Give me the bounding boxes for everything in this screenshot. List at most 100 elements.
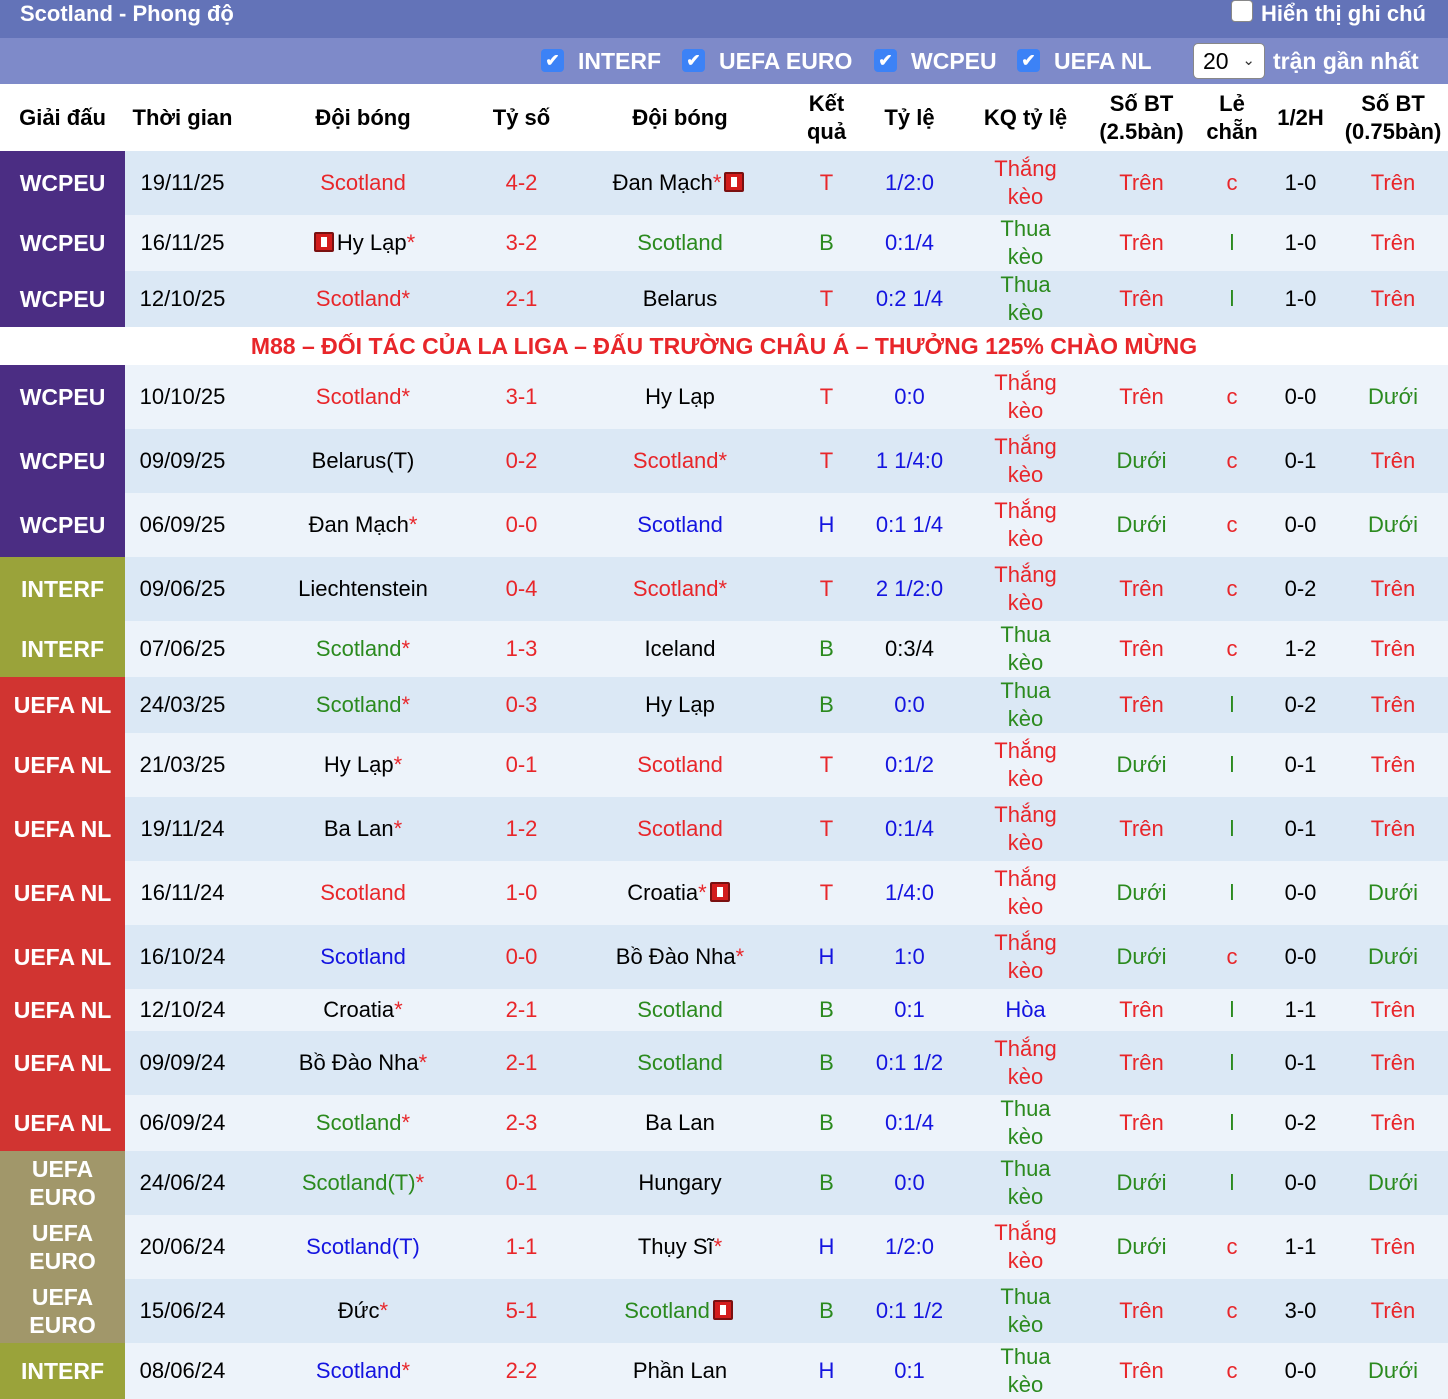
away-team[interactable]: Scotland [557,797,803,861]
check-icon[interactable]: ✔ [541,49,564,72]
odds-result: Thắng kèo [969,733,1082,797]
away-team[interactable]: Belarus [557,271,803,327]
competition-badge: UEFA NL [0,797,125,861]
home-team[interactable]: Scotland* [240,365,486,429]
match-date: 12/10/24 [125,989,240,1031]
goals-25: Dưới [1082,493,1201,557]
away-team[interactable]: Iceland [557,621,803,677]
team-name: Hy Lạp [645,384,715,409]
odds-result: Thắng kèo [969,925,1082,989]
away-team[interactable]: Scotland* [557,557,803,621]
away-team[interactable]: Đan Mạch* [557,151,803,215]
check-icon[interactable]: ✔ [682,49,705,72]
home-team[interactable]: Đan Mạch* [240,493,486,557]
home-team[interactable]: Scotland [240,925,486,989]
match-result: B [803,989,850,1031]
odd-even: l [1201,215,1263,271]
competition-badge: UEFA NL [0,677,125,733]
match-score[interactable]: 2-1 [486,989,557,1031]
away-team[interactable]: Scotland [557,1279,803,1343]
promo-row[interactable]: M88 – ĐỐI TÁC CỦA LA LIGA – ĐẤU TRƯỜNG C… [0,327,1448,365]
match-result: T [803,861,850,925]
odd-even: c [1201,151,1263,215]
match-score[interactable]: 1-0 [486,861,557,925]
match-score[interactable]: 0-4 [486,557,557,621]
col-odd-even: Lẻ chẵn [1201,84,1263,151]
show-notes-checkbox[interactable] [1231,0,1253,22]
filter-uefa-euro[interactable]: ✔ UEFA EURO [682,38,852,84]
home-team[interactable]: Scotland* [240,271,486,327]
home-team[interactable]: Scotland(T)* [240,1151,486,1215]
competition-badge: UEFA NL [0,1031,125,1095]
check-icon[interactable]: ✔ [1017,49,1040,72]
match-score[interactable]: 1-3 [486,621,557,677]
half-time-score: 0-2 [1263,677,1338,733]
check-icon[interactable]: ✔ [874,49,897,72]
away-team[interactable]: Bồ Đào Nha* [557,925,803,989]
away-team[interactable]: Hungary [557,1151,803,1215]
match-score[interactable]: 2-1 [486,1031,557,1095]
promo-banner[interactable]: M88 – ĐỐI TÁC CỦA LA LIGA – ĐẤU TRƯỜNG C… [0,327,1448,365]
match-score[interactable]: 2-1 [486,271,557,327]
match-score[interactable]: 0-3 [486,677,557,733]
table-row: WCPEU 12/10/25 Scotland* 2-1 Belarus T 0:2 1/4… [0,271,1448,327]
home-team[interactable]: Đức* [240,1279,486,1343]
away-team[interactable]: Scotland [557,1031,803,1095]
home-team[interactable]: Scotland(T) [240,1215,486,1279]
home-team[interactable]: Bồ Đào Nha* [240,1031,486,1095]
odds: 0:1 [850,1343,969,1399]
home-team[interactable]: Ba Lan* [240,797,486,861]
away-team[interactable]: Croatia* [557,861,803,925]
match-score[interactable]: 2-2 [486,1343,557,1399]
match-score[interactable]: 0-1 [486,733,557,797]
away-team[interactable]: Phần Lan [557,1343,803,1399]
home-team[interactable]: Hy Lạp* [240,215,486,271]
show-notes-toggle[interactable]: Hiển thị ghi chú [1231,0,1426,28]
match-score[interactable]: 0-1 [486,1151,557,1215]
goals-075: Trên [1338,215,1448,271]
odds: 0:0 [850,677,969,733]
home-team[interactable]: Scotland* [240,1343,486,1399]
col-goals-25: Số BT (2.5bàn) [1082,84,1201,151]
away-team[interactable]: Hy Lạp [557,677,803,733]
home-team[interactable]: Scotland* [240,677,486,733]
filter-label: UEFA EURO [719,48,853,74]
odds: 1 1/4:0 [850,429,969,493]
away-team[interactable]: Scotland [557,493,803,557]
away-team[interactable]: Hy Lạp [557,365,803,429]
away-team[interactable]: Scotland* [557,429,803,493]
recent-count-select[interactable]: 20 ⌄ [1193,43,1265,79]
match-score[interactable]: 2-3 [486,1095,557,1151]
away-team[interactable]: Scotland [557,215,803,271]
match-score[interactable]: 4-2 [486,151,557,215]
competition-badge: UEFA NL [0,989,125,1031]
competition-badge: WCPEU [0,271,125,327]
away-team[interactable]: Scotland [557,989,803,1031]
away-team[interactable]: Ba Lan [557,1095,803,1151]
away-team[interactable]: Scotland [557,733,803,797]
home-team[interactable]: Scotland* [240,1095,486,1151]
match-score[interactable]: 1-1 [486,1215,557,1279]
match-score[interactable]: 5-1 [486,1279,557,1343]
match-score[interactable]: 0-2 [486,429,557,493]
away-team[interactable]: Thụy Sĩ* [557,1215,803,1279]
match-score[interactable]: 0-0 [486,925,557,989]
home-team[interactable]: Hy Lạp* [240,733,486,797]
match-score[interactable]: 3-2 [486,215,557,271]
filter-uefa-nl[interactable]: ✔ UEFA NL [1017,38,1152,84]
home-team[interactable]: Liechtenstein [240,557,486,621]
team-name: Đan Mạch [612,170,713,195]
team-name: Scotland [632,448,719,473]
home-team[interactable]: Croatia* [240,989,486,1031]
home-team[interactable]: Scotland [240,861,486,925]
table-row: INTERF 09/06/25 Liechtenstein 0-4 Scotland* T… [0,557,1448,621]
match-result: H [803,925,850,989]
home-team[interactable]: Belarus(T) [240,429,486,493]
filter-interf[interactable]: ✔ INTERF [541,38,661,84]
home-team[interactable]: Scotland [240,151,486,215]
home-team[interactable]: Scotland* [240,621,486,677]
match-score[interactable]: 1-2 [486,797,557,861]
filter-wcpeu[interactable]: ✔ WCPEU [874,38,997,84]
match-score[interactable]: 0-0 [486,493,557,557]
match-score[interactable]: 3-1 [486,365,557,429]
